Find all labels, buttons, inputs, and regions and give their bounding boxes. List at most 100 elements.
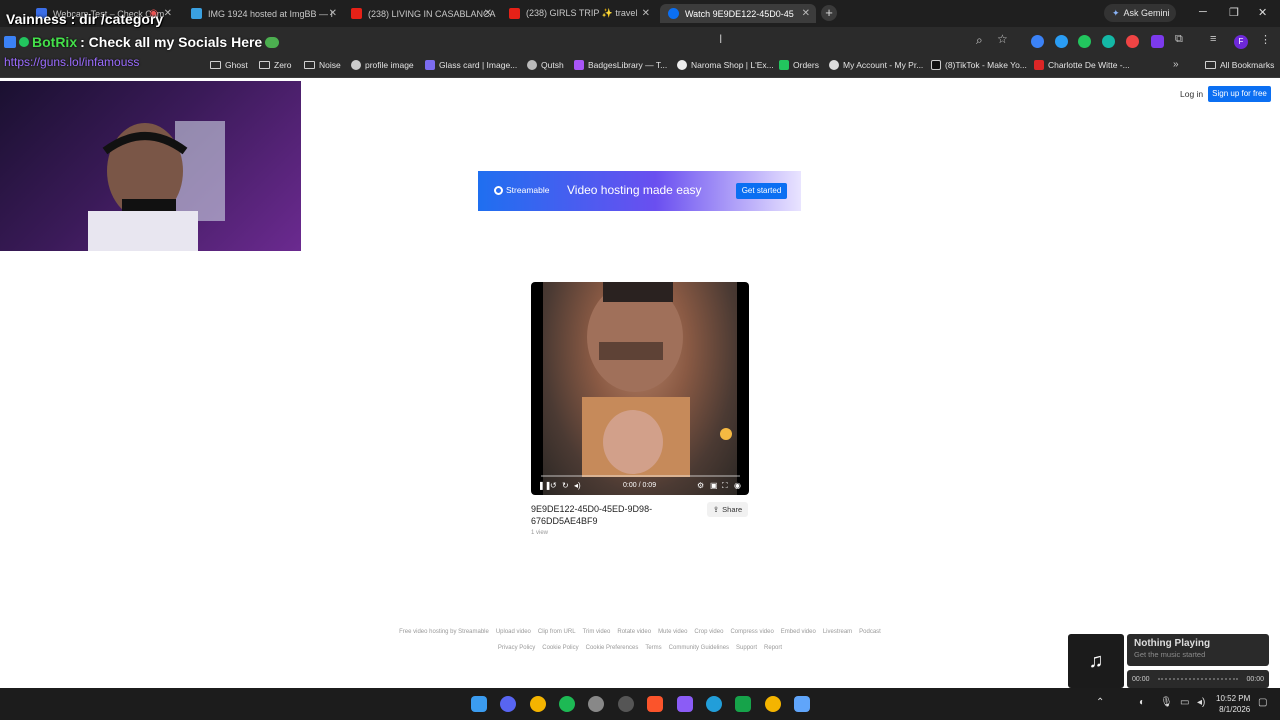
footer-link[interactable]: Community Guidelines [669, 645, 729, 651]
tab-girls-trip[interactable]: (238) GIRLS TRIP ✨ travel ✕ [501, 4, 656, 23]
footer-link[interactable]: Support [736, 645, 757, 651]
get-started-button[interactable]: Get started [736, 183, 787, 199]
video-player[interactable]: ❚❚ ↺ ↻ ◂) 0:00 / 0:09 ⚙ ▣ ⛶ ◉ [531, 282, 749, 495]
footer-link[interactable]: Clip from URL [538, 629, 576, 635]
footer-link[interactable]: Cookie Policy [542, 645, 578, 651]
obs-icon[interactable] [588, 696, 604, 712]
bookmark-ghost[interactable]: Ghost [210, 60, 248, 70]
bookmark-star-icon[interactable]: ☆ [997, 32, 1008, 46]
chevron-up-icon[interactable]: ⌃ [1096, 697, 1104, 708]
ask-gemini-button[interactable]: ✦ Ask Gemini [1104, 4, 1176, 22]
volume-icon[interactable]: ◂) [1197, 697, 1205, 708]
check-badge-icon [19, 37, 29, 47]
all-bookmarks[interactable]: All Bookmarks [1205, 60, 1274, 70]
bookmark-profile-image[interactable]: profile image [351, 60, 414, 70]
taskbar-clock[interactable]: 10:52 PM 8/1/2026 [1216, 693, 1250, 715]
music-progress[interactable]: 00:00 00:00 [1127, 670, 1269, 688]
fullscreen-icon[interactable]: ⛶ [722, 481, 728, 491]
bookmark-naroma-shop[interactable]: Naroma Shop | L'Ex... [677, 60, 774, 70]
streamable-favicon-icon [668, 8, 679, 19]
maximize-icon[interactable]: ❐ [1229, 6, 1239, 19]
music-track[interactable] [1157, 678, 1239, 680]
app-icon[interactable] [677, 696, 693, 712]
bookmark-charlotte[interactable]: Charlotte De Witte -... [1034, 60, 1130, 70]
tab-casablanca[interactable]: (238) LIVING IN CASABLANCA ✕ [343, 4, 498, 23]
share-button[interactable]: ⇪ Share [707, 502, 748, 517]
bookmark-glass-card[interactable]: Glass card | Image... [425, 60, 517, 70]
pip-icon[interactable]: ▣ [710, 481, 718, 490]
signup-button[interactable]: Sign up for free [1208, 86, 1271, 102]
bookmark-qutsh[interactable]: Qutsh [527, 60, 564, 70]
bookmark-orders[interactable]: Orders [779, 60, 819, 70]
music-widget[interactable]: Nothing Playing Get the music started [1127, 634, 1269, 666]
extension-icon[interactable] [1151, 35, 1164, 48]
streamable-logo: Streamable [494, 185, 549, 195]
footer-link[interactable]: Crop video [694, 629, 723, 635]
volume-icon[interactable]: ◂) [574, 481, 581, 490]
footer-link[interactable]: Trim video [583, 629, 611, 635]
tab-streamable[interactable]: Watch 9E9DE122-45D0-45 ✕ [660, 4, 816, 23]
close-icon[interactable]: ✕ [642, 8, 650, 19]
footer-link[interactable]: Podcast [859, 629, 881, 635]
extension-icon[interactable] [1078, 35, 1091, 48]
tab-imgbb[interactable]: IMG 1924 hosted at ImgBB — I ✕ [183, 4, 343, 23]
chrome-icon[interactable] [765, 696, 781, 712]
reading-list-icon[interactable]: ≡ [1210, 33, 1216, 45]
spotify-icon[interactable] [559, 696, 575, 712]
footer-link[interactable]: Mute video [658, 629, 687, 635]
footer-link[interactable]: Rotate video [617, 629, 651, 635]
login-link[interactable]: Log in [1180, 89, 1203, 99]
chevron-right-icon[interactable]: » [1173, 59, 1179, 70]
extension-icon[interactable] [1055, 35, 1068, 48]
puzzle-icon[interactable]: ⧉ [1175, 33, 1183, 46]
bookmark-tiktok[interactable]: (8)TikTok - Make Yo... [931, 60, 1027, 70]
telegram-icon[interactable] [706, 696, 722, 712]
network-icon[interactable]: ▭ [1180, 697, 1189, 708]
app-icon[interactable] [735, 696, 751, 712]
footer-link[interactable]: Cookie Preferences [586, 645, 639, 651]
youtube-icon [509, 8, 520, 19]
brave-icon[interactable] [647, 696, 663, 712]
app-icon[interactable] [794, 696, 810, 712]
streamable-banner[interactable]: Streamable Video hosting made easy Get s… [478, 171, 801, 211]
forward-icon[interactable]: ↻ [562, 481, 569, 490]
extension-icon[interactable] [1102, 35, 1115, 48]
minimize-icon[interactable]: ─ [1199, 6, 1207, 18]
bookmark-noise[interactable]: Noise [304, 60, 341, 70]
mic-icon[interactable]: 🎙 [1160, 697, 1173, 708]
close-window-icon[interactable]: ✕ [1258, 6, 1267, 19]
close-icon[interactable]: ✕ [484, 8, 492, 19]
bookmark-my-account[interactable]: My Account - My Pr... [829, 60, 923, 70]
tray-icon[interactable]: ◐ [1139, 697, 1145, 708]
new-tab-button[interactable]: + [821, 5, 837, 21]
progress-bar[interactable] [541, 475, 740, 477]
close-icon[interactable]: ✕ [802, 8, 810, 19]
rewind-icon[interactable]: ↺ [550, 481, 557, 490]
music-start-time: 00:00 [1132, 675, 1150, 683]
streamable-icon[interactable]: ◉ [734, 481, 741, 490]
settings-icon[interactable]: ⚙ [697, 481, 704, 490]
footer-link[interactable]: Compress video [730, 629, 773, 635]
close-icon[interactable]: ✕ [164, 8, 172, 19]
footer-link[interactable]: Free video hosting by Streamable [399, 629, 489, 635]
close-icon[interactable]: ✕ [329, 8, 337, 19]
discord-icon[interactable] [500, 696, 516, 712]
extension-icon[interactable] [1126, 35, 1139, 48]
footer-link[interactable]: Privacy Policy [498, 645, 535, 651]
profile-avatar[interactable]: F [1234, 35, 1248, 49]
footer-link[interactable]: Embed video [781, 629, 816, 635]
zoom-icon[interactable]: ⌕ [976, 33, 983, 48]
notification-icon[interactable]: ▢ [1258, 697, 1267, 708]
footer-link[interactable]: Upload video [496, 629, 531, 635]
app-icon[interactable] [618, 696, 634, 712]
menu-icon[interactable]: ⋮ [1260, 33, 1271, 46]
windows-start-icon[interactable] [471, 696, 487, 712]
webcam-image [88, 121, 225, 251]
footer-link[interactable]: Livestream [823, 629, 852, 635]
extension-icon[interactable] [1031, 35, 1044, 48]
bookmark-zero[interactable]: Zero [259, 60, 291, 70]
chrome-icon[interactable] [530, 696, 546, 712]
bookmark-badgeslibrary[interactable]: BadgesLibrary — T... [574, 60, 667, 70]
footer-link[interactable]: Terms [645, 645, 661, 651]
footer-link[interactable]: Report [764, 645, 782, 651]
